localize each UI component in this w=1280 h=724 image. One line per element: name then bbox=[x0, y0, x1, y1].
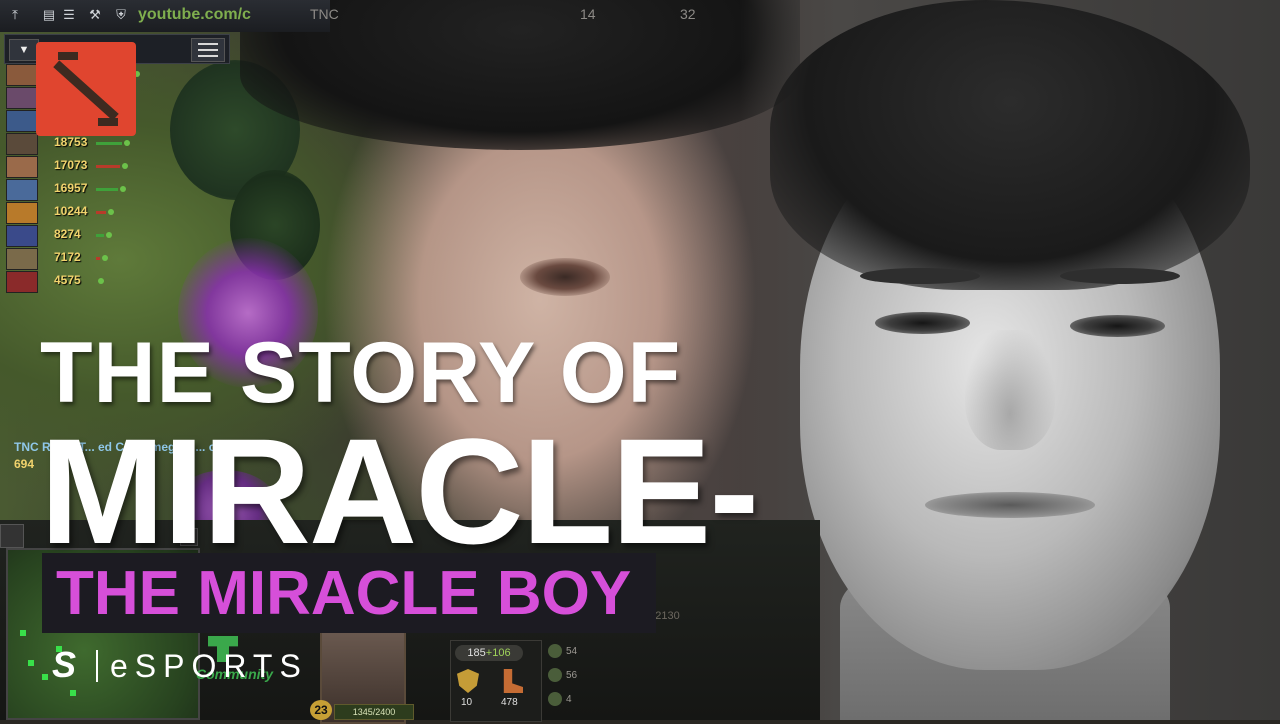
upload-icon[interactable]: ⤒ bbox=[6, 7, 24, 23]
brand-name: eSPORTS bbox=[110, 648, 308, 684]
top-score-right: 32 bbox=[680, 6, 696, 22]
hero-icon bbox=[6, 202, 38, 224]
hero-icon bbox=[6, 133, 38, 155]
net-worth-value: 8274 bbox=[54, 227, 81, 241]
dota-logo bbox=[36, 42, 136, 136]
move-speed-value: 478 bbox=[501, 697, 518, 708]
team-tag: TNC bbox=[310, 6, 339, 22]
xp-bar: 1345/2400 bbox=[334, 704, 414, 720]
channel-url-watermark: youtube.com/c bbox=[138, 6, 251, 23]
player-nose bbox=[965, 330, 1055, 450]
top-score-left: 14 bbox=[580, 6, 596, 22]
net-worth-bar bbox=[96, 165, 120, 168]
player-left-eye bbox=[875, 312, 970, 334]
esports-brand: S eSPORTS bbox=[48, 646, 368, 686]
armor-icon bbox=[457, 669, 479, 693]
hero-icon bbox=[6, 271, 38, 293]
damage-bonus: +106 bbox=[485, 647, 511, 659]
status-dot bbox=[122, 163, 128, 169]
player-mouth bbox=[925, 492, 1095, 518]
player-left-brow bbox=[860, 268, 980, 284]
net-worth-value: 16957 bbox=[54, 181, 88, 195]
net-worth-value: 18753 bbox=[54, 135, 88, 149]
status-dot bbox=[108, 209, 114, 215]
net-worth-value: 10244 bbox=[54, 204, 88, 218]
hero-icon bbox=[6, 87, 38, 109]
agility-icon bbox=[548, 668, 562, 683]
hero-icon bbox=[6, 110, 38, 132]
list-icon[interactable]: ☰ bbox=[60, 7, 78, 23]
net-worth-bar bbox=[96, 257, 100, 260]
baby-eye bbox=[520, 258, 610, 296]
attribute-row: 4 bbox=[548, 688, 608, 712]
net-worth-bar bbox=[96, 142, 122, 145]
net-worth-value: 17073 bbox=[54, 158, 88, 172]
video-title-line-1: THE STORY OF bbox=[40, 325, 682, 421]
status-dot bbox=[102, 255, 108, 261]
status-dot bbox=[106, 232, 112, 238]
book-icon[interactable]: ▤ bbox=[40, 7, 58, 23]
net-worth-bar bbox=[96, 188, 118, 191]
damage-display: 185+106 bbox=[455, 645, 523, 661]
brand-divider bbox=[96, 650, 98, 682]
attribute-value: 4 bbox=[566, 694, 572, 705]
brand-logo-icon: S bbox=[52, 644, 77, 685]
attribute-list: 54 56 4 bbox=[548, 640, 608, 720]
damage-base: 185 bbox=[467, 647, 486, 659]
status-dot bbox=[98, 278, 104, 284]
game-top-toolbar: ⤒ ▤ ☰ ⚒ ⛨ youtube.com/c bbox=[0, 0, 330, 32]
scoreboard-dropdown-button[interactable]: ▼ bbox=[9, 39, 39, 61]
attribute-value: 54 bbox=[566, 646, 578, 657]
hero-icon bbox=[6, 179, 38, 201]
player-right-eye bbox=[1070, 315, 1165, 337]
wrench-icon[interactable]: ⚒ bbox=[86, 7, 104, 23]
video-title-line-2: MIRACLE- bbox=[40, 407, 759, 575]
shield-icon[interactable]: ⛨ bbox=[112, 7, 130, 23]
video-subtitle: THE MIRACLE BOY bbox=[56, 559, 632, 628]
armor-value: 10 bbox=[461, 697, 473, 708]
subtitle-banner: THE MIRACLE BOY bbox=[42, 553, 656, 633]
scoreboard-menu-icon[interactable] bbox=[191, 38, 225, 62]
hero-icon bbox=[6, 248, 38, 270]
hero-icon bbox=[6, 156, 38, 178]
status-dot bbox=[124, 140, 130, 146]
hero-level: 23 bbox=[310, 700, 332, 720]
attribute-row: 54 bbox=[548, 640, 608, 664]
player-right-brow bbox=[1060, 268, 1180, 284]
hero-icon bbox=[6, 64, 38, 86]
boot-icon bbox=[503, 669, 523, 693]
attribute-row: 56 bbox=[548, 664, 608, 688]
status-dot bbox=[120, 186, 126, 192]
net-worth-bar bbox=[96, 211, 106, 214]
net-worth-value: 4575 bbox=[54, 273, 81, 287]
net-worth-bar bbox=[96, 234, 104, 237]
intelligence-icon bbox=[548, 692, 562, 707]
hero-icon bbox=[6, 225, 38, 247]
hero-stats-panel[interactable]: 185+106 10 478 bbox=[450, 640, 542, 722]
attribute-value: 56 bbox=[566, 670, 578, 681]
hud-menu-button[interactable] bbox=[0, 524, 24, 548]
strength-icon bbox=[548, 644, 562, 659]
net-worth-value: 7172 bbox=[54, 250, 81, 264]
